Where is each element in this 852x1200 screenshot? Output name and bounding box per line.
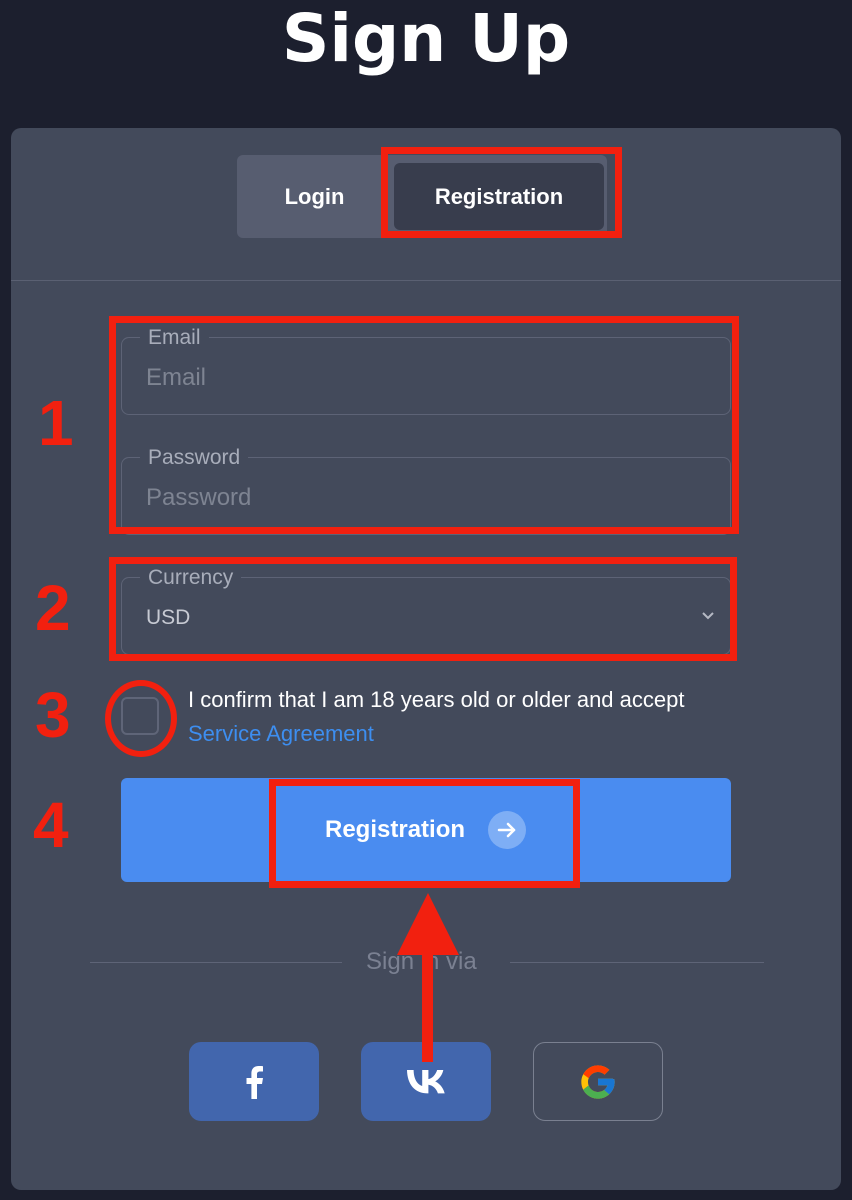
annotation-step-2: 2: [35, 572, 71, 644]
age-confirm-text: I confirm that I am 18 years old or olde…: [188, 687, 685, 712]
tab-login[interactable]: Login: [237, 155, 392, 238]
sign-via-divider-left: [90, 962, 342, 963]
annotation-arrow-shaft: [422, 950, 433, 1062]
google-icon: [581, 1064, 615, 1099]
annotation-step-3: 3: [35, 679, 71, 751]
annotation-step-1: 1: [38, 387, 74, 459]
annotation-box-tab: [381, 147, 622, 238]
annotation-box-currency: [109, 557, 737, 661]
annotation-box-credentials: [109, 316, 739, 534]
vk-icon: [407, 1069, 445, 1093]
google-button[interactable]: [533, 1042, 663, 1121]
sign-via-divider-right: [510, 962, 764, 963]
annotation-arrow-head: [397, 893, 459, 955]
divider: [11, 280, 841, 281]
facebook-button[interactable]: [189, 1042, 319, 1121]
facebook-icon: [246, 1065, 263, 1099]
service-agreement-link[interactable]: Service Agreement: [188, 720, 374, 748]
annotation-circle-checkbox: [105, 680, 177, 757]
page-title: Sign Up: [281, 0, 571, 77]
annotation-step-4: 4: [33, 789, 69, 861]
annotation-box-submit: [269, 779, 580, 888]
